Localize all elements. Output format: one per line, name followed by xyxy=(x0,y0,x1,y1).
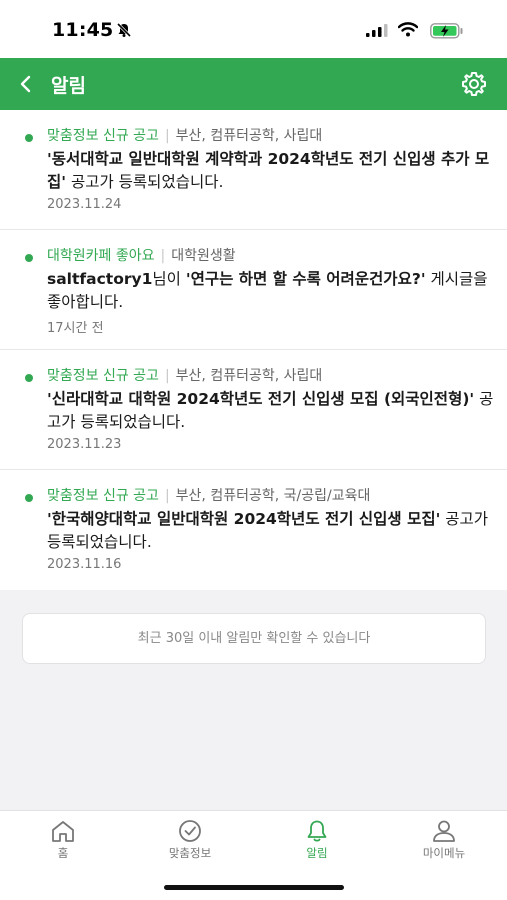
unread-dot xyxy=(25,134,33,142)
notification-category: 맞춤정보 신규 공고 xyxy=(47,368,159,384)
notification-list: 맞춤정보 신규 공고 | 부산, 컴퓨터공학, 사립대 '동서대학교 일반대학원 계… xyxy=(0,110,507,590)
bell-off-icon xyxy=(116,22,132,38)
signal-icon xyxy=(366,24,388,37)
notification-item[interactable]: 맞춤정보 신규 공고 | 부산, 컴퓨터공학, 사립대 '신라대학교 대학원 202… xyxy=(0,350,507,470)
divider: | xyxy=(164,368,170,384)
notification-tags: 부산, 컴퓨터공학, 사립대 xyxy=(175,128,323,144)
notification-title: '신라대학교 대학원 2024학년도 전기 신입생 모집 (외국인전형)' xyxy=(47,390,475,408)
back-arrow-icon[interactable] xyxy=(14,71,40,97)
notification-suffix: 공고가 등록되었습니다. xyxy=(70,173,224,191)
notification-tags: 부산, 컴퓨터공학, 사립대 xyxy=(175,368,323,384)
notification-meta: 대학원카페 좋아요 | 대학원생활 xyxy=(47,245,236,265)
unread-dot xyxy=(25,494,33,502)
tab-label: 알림 xyxy=(306,846,328,860)
notification-title: '한국해양대학교 일반대학원 2024학년도 전기 신입생 모집' xyxy=(47,510,441,528)
notification-tags: 부산, 컴퓨터공학, 국/공립/교육대 xyxy=(175,488,371,504)
status-time: 11:45 xyxy=(52,19,114,41)
divider: | xyxy=(160,248,166,264)
wifi-icon xyxy=(398,22,418,37)
divider: | xyxy=(164,488,170,504)
notification-category: 대학원카페 좋아요 xyxy=(47,248,155,264)
notification-body: '신라대학교 대학원 2024학년도 전기 신입생 모집 (외국인전형)' 공고… xyxy=(47,388,495,434)
retention-notice: 최근 30일 이내 알림만 확인할 수 있습니다 xyxy=(22,613,486,664)
notification-date: 17시간 전 xyxy=(47,321,104,336)
notification-category: 맞춤정보 신규 공고 xyxy=(47,128,159,144)
battery-charging-icon xyxy=(430,23,463,39)
notification-item[interactable]: 맞춤정보 신규 공고 | 부산, 컴퓨터공학, 국/공립/교육대 '한국해양대학교 … xyxy=(0,470,507,590)
app-header: 알림 xyxy=(0,58,507,110)
tab-label: 맞춤정보 xyxy=(168,846,212,860)
divider: | xyxy=(164,128,170,144)
person-icon xyxy=(433,820,455,842)
notification-meta: 맞춤정보 신규 공고 | 부산, 컴퓨터공학, 국/공립/교육대 xyxy=(47,485,370,505)
check-circle-icon xyxy=(179,820,201,842)
notification-title: '연구는 하면 할 수록 어려운건가요?' xyxy=(185,270,426,288)
home-icon xyxy=(52,821,74,842)
tab-mymenu[interactable]: 마이메뉴 xyxy=(381,811,507,867)
notification-date: 2023.11.23 xyxy=(47,437,122,452)
tab-label: 마이메뉴 xyxy=(422,846,466,860)
tab-notifications[interactable]: 알림 xyxy=(254,811,380,867)
bell-icon xyxy=(307,820,327,842)
page-title: 알림 xyxy=(51,75,86,97)
status-bar: 11:45 xyxy=(0,0,507,58)
tab-recommended[interactable]: 맞춤정보 xyxy=(127,811,253,867)
notification-body: saltfactory1님이 '연구는 하면 할 수록 어려운건가요?' 게시글… xyxy=(47,268,495,314)
unread-dot xyxy=(25,374,33,382)
notification-body: '동서대학교 일반대학원 계약학과 2024학년도 전기 신입생 추가 모집' … xyxy=(47,148,495,194)
tab-home[interactable]: 홈 xyxy=(0,811,126,867)
notification-meta: 맞춤정보 신규 공고 | 부산, 컴퓨터공학, 사립대 xyxy=(47,125,322,145)
notification-tags: 대학원생활 xyxy=(171,248,236,264)
notification-date: 2023.11.16 xyxy=(47,557,122,572)
notification-meta: 맞춤정보 신규 공고 | 부산, 컴퓨터공학, 사립대 xyxy=(47,365,322,385)
tab-label: 홈 xyxy=(57,846,69,860)
notification-body: '한국해양대학교 일반대학원 2024학년도 전기 신입생 모집' 공고가 등록… xyxy=(47,508,495,554)
notification-category: 맞춤정보 신규 공고 xyxy=(47,488,159,504)
notification-user: saltfactory1 xyxy=(47,270,153,288)
notification-user-suffix: 님이 xyxy=(152,270,181,288)
notification-item[interactable]: 맞춤정보 신규 공고 | 부산, 컴퓨터공학, 사립대 '동서대학교 일반대학원 계… xyxy=(0,110,507,230)
gear-icon[interactable] xyxy=(460,70,488,98)
notification-date: 2023.11.24 xyxy=(47,197,122,212)
notification-item[interactable]: 대학원카페 좋아요 | 대학원생활 saltfactory1님이 '연구는 하면 할… xyxy=(0,230,507,350)
home-indicator xyxy=(164,885,344,890)
unread-dot xyxy=(25,254,33,262)
